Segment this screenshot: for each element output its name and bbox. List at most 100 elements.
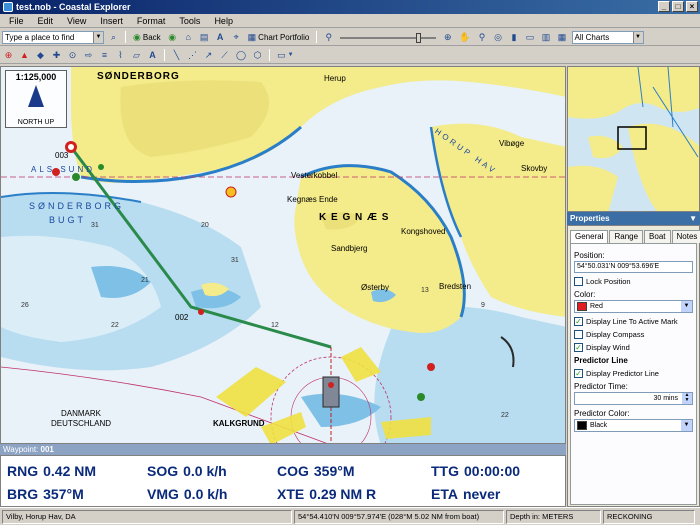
line-tool-button[interactable]: ╲ [170,49,183,62]
main-toolbar: Type a place to find ▼ ⌕ ◉ Back ◉ ⌂ ▤ A ⌖… [0,29,700,46]
circle-tool-button[interactable]: ◯ [234,49,248,62]
polygon-tool-button[interactable]: ⬡ [251,49,264,62]
select-button[interactable]: ▮ [508,31,521,44]
border-label-deutschland: DEUTSCHLAND [51,419,112,428]
route-button[interactable]: ⌖ [230,31,243,44]
menu-tools[interactable]: Tools [172,16,207,26]
tab-range[interactable]: Range [609,230,644,243]
maximize-button[interactable]: □ [672,1,684,12]
border-label-denmark: DANMARK [61,409,102,418]
area-button[interactable]: ▱ [130,49,143,62]
window-button-2[interactable]: ▥ [540,31,553,44]
overview-canvas[interactable] [568,67,700,212]
back-button[interactable]: ◉ Back [131,31,163,44]
menu-insert[interactable]: Insert [93,16,130,26]
checkbox-unchecked-icon[interactable] [574,330,583,339]
scale-indicator[interactable]: 1:125,000 NORTH UP [5,70,67,128]
find-button[interactable]: ⌕ [107,31,120,44]
navigate-icon: ⇨ [84,49,93,60]
nav-eta: ETA never [431,486,501,502]
color-select[interactable]: Red ▼ [574,300,693,313]
waypoint-label-003[interactable]: 003 [55,151,68,160]
svg-text:22: 22 [111,322,119,329]
display-compass-checkbox[interactable]: Display Compass [574,330,693,339]
zoom-out-button[interactable]: ⚲ [322,31,335,44]
navigate-button[interactable]: ⇨ [82,49,95,62]
menu-edit[interactable]: Edit [31,16,61,26]
lock-position-checkbox[interactable]: Lock Position [574,277,693,286]
mark-icon: ◆ [37,49,44,60]
track-icon: ⌇ [118,49,123,60]
track-button[interactable]: ⌇ [114,49,127,62]
minimize-button[interactable]: _ [658,1,670,12]
window-button-1[interactable]: ▭ [524,31,537,44]
tab-general[interactable]: General [570,230,609,243]
display-line-checkbox[interactable]: ✓ Display Line To Active Mark [574,317,693,326]
checkbox-unchecked-icon[interactable] [574,277,583,286]
arrow-tool-button[interactable]: ↗ [202,49,215,62]
mark-button[interactable]: ◆ [34,49,47,62]
chevron-down-icon[interactable]: ▼ [632,31,643,43]
text-icon: A [149,50,156,60]
gps-button[interactable]: ⊕ [2,49,15,62]
menu-bar: File Edit View Insert Format Tools Help [0,14,700,28]
nav-rng: RNG 0.42 NM [7,463,97,479]
zoom-in-button[interactable]: ⊕ [441,31,454,44]
chart-canvas[interactable]: 31 20 31 21 12 13 9 22 26 22 [1,67,566,444]
zoom-tool-button[interactable]: ⚲ [476,31,489,44]
display-wind-checkbox[interactable]: ✓ Display Wind [574,343,693,352]
print-button[interactable]: ▤ [198,31,211,44]
place-label-skovby: Skovby [521,164,548,173]
menu-view[interactable]: View [60,16,93,26]
layers-button[interactable]: ▭ ▼ [275,49,295,62]
waypoint-label-002[interactable]: 002 [175,313,188,322]
chevron-down-icon[interactable]: ▼ [93,31,103,43]
orientation-label: NORTH UP [17,119,55,126]
menu-help[interactable]: Help [207,16,240,26]
predictor-color-label: Predictor Color: [574,409,630,418]
route-tool-button[interactable]: ⋰ [186,49,199,62]
spinner-arrows-icon[interactable]: ▲ ▼ [682,393,692,404]
waypoint-button[interactable]: ✚ [50,49,63,62]
chart-portfolio-button[interactable]: ▦ Chart Portfolio [246,31,312,44]
display-predictor-checkbox[interactable]: ✓ Display Predictor Line [574,369,693,378]
chevron-down-icon[interactable]: ▼ [681,420,692,431]
predictor-time-spinner[interactable]: 30 mins ▲ ▼ [574,392,693,405]
window-button-3[interactable]: ▦ [556,31,569,44]
forward-button[interactable]: ◉ [166,31,179,44]
charts-filter-select[interactable]: All Charts ▼ [571,30,644,44]
checkmark-icon[interactable]: ✓ [574,343,583,352]
svg-text:26: 26 [21,302,29,309]
checkmark-icon[interactable]: ✓ [574,369,583,378]
text-note-button[interactable]: A [146,49,159,62]
range-tool-button[interactable]: ⟋ [218,49,231,62]
nautical-chart[interactable]: 31 20 31 21 12 13 9 22 26 22 1:125,000 N… [0,66,566,444]
home-button[interactable]: ⌂ [182,31,195,44]
zoom-slider[interactable] [338,31,438,44]
measure-icon: ◎ [494,31,502,42]
chevron-down-icon[interactable]: ▼ [681,301,692,312]
text-button[interactable]: A [214,31,227,44]
measure-button[interactable]: ◎ [492,31,505,44]
place-search-input[interactable]: Type a place to find ▼ [2,30,104,44]
predictor-time-label: Predictor Time: [574,382,628,391]
label-button[interactable]: ≡ [98,49,111,62]
pan-button[interactable]: ✋ [457,31,472,44]
status-location: Vilby, Horup Hav, DA [2,509,292,524]
chevron-down-icon[interactable]: ▼ [689,212,697,225]
menu-format[interactable]: Format [130,16,173,26]
zoom-slider-thumb[interactable] [416,32,422,43]
menu-file[interactable]: File [2,16,31,26]
title-bar: test.nob - Coastal Explorer _ □ × [0,0,700,14]
position-field[interactable]: 54°50.031'N 009°53.696'E [574,261,693,273]
predictor-color-select[interactable]: Black ▼ [574,419,693,432]
label-icon: ≡ [101,50,108,60]
close-button[interactable]: × [686,1,698,12]
goto-button[interactable]: ⊙ [66,49,79,62]
checkmark-icon[interactable]: ✓ [574,317,583,326]
tab-notes[interactable]: Notes [671,230,700,243]
boat-button[interactable]: ▲ [18,49,31,62]
overview-map[interactable] [567,66,700,212]
svg-text:22: 22 [501,412,509,419]
tab-boat[interactable]: Boat [644,230,671,243]
